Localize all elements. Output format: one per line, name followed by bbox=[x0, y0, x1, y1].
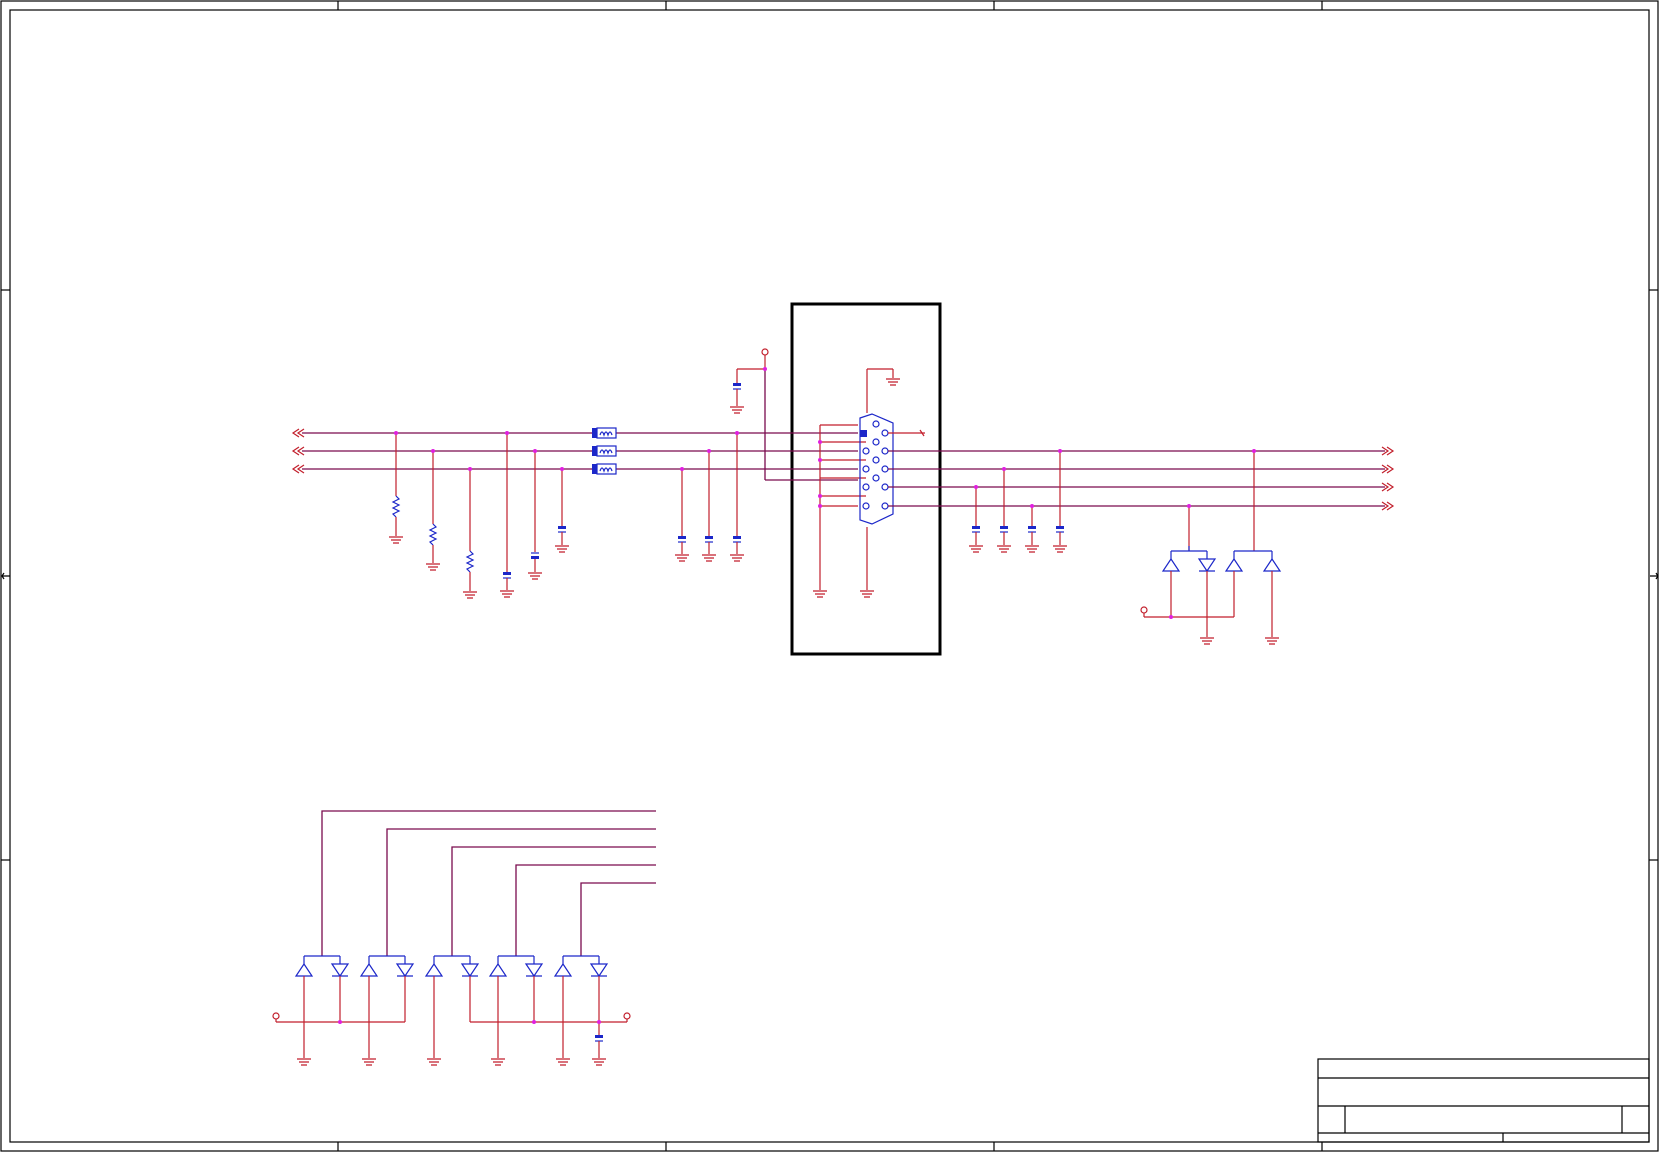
capacitor bbox=[595, 1035, 603, 1058]
capacitor bbox=[1025, 506, 1039, 553]
ground-symbol bbox=[389, 536, 403, 544]
capacitor bbox=[997, 469, 1011, 553]
tvs-diode bbox=[1197, 558, 1217, 573]
ground-symbol bbox=[675, 554, 689, 562]
capacitor bbox=[730, 369, 744, 414]
power-port-symbol bbox=[761, 348, 769, 356]
capacitor bbox=[730, 433, 744, 562]
title-block bbox=[1317, 1058, 1650, 1143]
capacitor bbox=[1053, 451, 1067, 553]
capacitor bbox=[675, 469, 689, 562]
left-net-wires bbox=[302, 432, 858, 470]
lower-net-wires bbox=[321, 810, 656, 956]
tvs-diode bbox=[294, 962, 314, 977]
ground-symbol bbox=[860, 590, 874, 598]
ground-symbol bbox=[1053, 545, 1067, 553]
right-net-wires bbox=[888, 450, 1385, 507]
ground-symbol bbox=[556, 1058, 570, 1066]
tvs-diode bbox=[1161, 557, 1181, 572]
capacitor bbox=[500, 433, 514, 598]
ferrite-bead bbox=[592, 445, 617, 457]
junction-dots bbox=[338, 367, 1256, 1024]
ground-symbol bbox=[500, 590, 514, 598]
ground-symbol bbox=[1265, 637, 1279, 645]
ferrite-bead bbox=[592, 427, 617, 439]
resistor bbox=[389, 433, 403, 544]
ground-symbol bbox=[1025, 545, 1039, 553]
ground-symbol bbox=[1200, 637, 1214, 645]
power-port-symbol bbox=[272, 1012, 280, 1020]
tvs-diode bbox=[524, 963, 544, 978]
right-capacitors bbox=[969, 451, 1067, 553]
tvs-diode bbox=[589, 963, 609, 978]
ground-symbol bbox=[886, 378, 900, 386]
ground-symbol bbox=[297, 1058, 311, 1066]
ground-symbol bbox=[702, 554, 716, 562]
resistor bbox=[463, 469, 477, 599]
capacitor bbox=[555, 469, 569, 553]
ground-symbol bbox=[528, 572, 542, 580]
tvs-diode bbox=[359, 962, 379, 977]
left-capacitors bbox=[500, 369, 744, 598]
ground-symbol bbox=[969, 545, 983, 553]
ferrite-bead-group bbox=[592, 427, 617, 475]
tvs-diode-array-lower bbox=[272, 955, 631, 1066]
ground-symbol bbox=[555, 545, 569, 553]
ferrite-bead bbox=[592, 463, 617, 475]
tvs-diode bbox=[488, 962, 508, 977]
tvs-diode bbox=[395, 963, 415, 978]
ground-symbol bbox=[997, 545, 1011, 553]
connector-ground-wires bbox=[813, 368, 900, 598]
ground-symbol bbox=[730, 554, 744, 562]
schematic-sheet bbox=[0, 0, 1659, 1152]
power-port-symbol bbox=[623, 1012, 631, 1020]
tvs-diode bbox=[460, 963, 480, 978]
tvs-diode bbox=[1224, 557, 1244, 572]
connector-left-stubs bbox=[820, 424, 866, 507]
tvs-diode bbox=[330, 963, 350, 978]
ground-symbol bbox=[730, 406, 744, 414]
ground-symbol bbox=[813, 590, 827, 598]
capacitor bbox=[969, 487, 983, 553]
pulldown-resistors bbox=[389, 433, 477, 599]
ground-symbol bbox=[426, 563, 440, 571]
sheet-frame bbox=[0, 0, 1659, 1152]
ground-symbol bbox=[592, 1058, 606, 1066]
capacitor bbox=[702, 451, 716, 562]
tvs-diode bbox=[1262, 557, 1282, 572]
tvs-diode bbox=[424, 962, 444, 977]
ground-symbol bbox=[362, 1058, 376, 1066]
connector-keepout-box bbox=[790, 302, 942, 656]
capacitor bbox=[528, 451, 542, 580]
ground-symbol bbox=[427, 1058, 441, 1066]
right-net-ports bbox=[1381, 446, 1395, 511]
ground-symbol bbox=[463, 591, 477, 599]
tvs-diode bbox=[553, 962, 573, 977]
tvs-diode-array-right bbox=[1140, 451, 1282, 645]
ground-symbol bbox=[491, 1058, 505, 1066]
power-port-symbol bbox=[1140, 606, 1148, 614]
